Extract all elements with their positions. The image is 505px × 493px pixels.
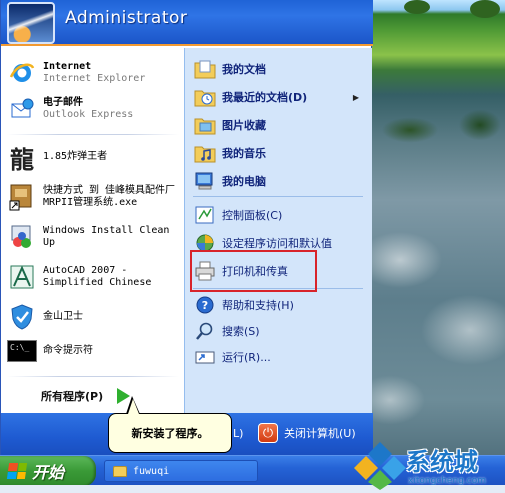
shutdown-button[interactable]: ⏻ 关闭计算机(U) — [258, 423, 356, 443]
start-menu-header: Administrator — [1, 0, 373, 46]
all-programs-button[interactable]: 所有程序(P) — [41, 388, 131, 404]
right-item-search[interactable]: 搜索(S) — [193, 320, 369, 342]
shield-icon — [7, 302, 37, 332]
user-name: Administrator — [65, 8, 188, 28]
right-item-label: 我的文档 — [222, 63, 266, 76]
right-item-my-documents[interactable]: 我的文档 — [193, 58, 369, 80]
right-item-label: 我的音乐 — [222, 147, 266, 160]
power-icon: ⏻ — [258, 423, 278, 443]
internet-explorer-icon — [7, 58, 37, 88]
separator — [7, 376, 179, 377]
balloon-text: 新安装了程序。 — [131, 427, 209, 440]
recent-item-label: 金山卫士 — [43, 311, 83, 322]
pinned-subtitle: Internet Explorer — [43, 73, 146, 84]
search-icon — [193, 320, 217, 342]
folder-icon — [113, 465, 127, 477]
right-item-label: 图片收藏 — [222, 119, 266, 132]
install-cleanup-icon — [7, 222, 37, 252]
recent-documents-icon — [193, 86, 217, 108]
watermark: 系统城 xitongcheng.com — [352, 438, 505, 493]
help-icon: ? — [193, 294, 217, 316]
right-item-control-panel[interactable]: 控制面板(C) — [193, 204, 369, 226]
tree — [404, 0, 430, 14]
recent-item[interactable]: 快捷方式 到 佳峰模具配件厂MRPII管理系统.exe — [7, 182, 181, 212]
taskbar-window-button[interactable]: fuwuqi — [104, 460, 258, 482]
notification-balloon[interactable]: 新安装了程序。 — [108, 413, 232, 453]
start-label: 开始 — [32, 463, 65, 482]
right-item-label: 我最近的文档(D) — [222, 91, 308, 104]
shortcut-app-icon — [7, 182, 37, 212]
pinned-title: Internet — [43, 61, 92, 72]
watermark-logo-icon — [354, 442, 406, 490]
right-item-help[interactable]: ? 帮助和支持(H) — [193, 294, 369, 316]
tree — [470, 0, 500, 18]
right-pane: 我的文档 我最近的文档(D) ▶ 图片收藏 我的音乐 我的电脑 控制面板(C) … — [184, 48, 372, 413]
right-item-my-pictures[interactable]: 图片收藏 — [193, 114, 369, 136]
user-avatar[interactable] — [7, 2, 55, 44]
right-item-label: 帮助和支持(H) — [222, 299, 294, 312]
right-item-recent-documents[interactable]: 我最近的文档(D) ▶ — [193, 86, 369, 108]
my-pictures-icon — [193, 114, 217, 136]
command-prompt-icon: C:\_ — [7, 340, 37, 362]
watermark-title: 系统城 — [406, 448, 478, 476]
start-button[interactable]: 开始 — [0, 456, 96, 486]
chevron-right-icon: ▶ — [352, 92, 359, 102]
recent-item-label: 1.85炸弹王者 — [43, 151, 108, 162]
run-icon — [193, 346, 217, 368]
svg-text:?: ? — [202, 299, 208, 312]
highlight-box — [190, 250, 317, 292]
balloon-tail — [128, 399, 139, 414]
outlook-express-icon — [7, 94, 37, 124]
recent-item[interactable]: Windows Install Clean Up — [7, 222, 181, 252]
separator — [7, 134, 179, 135]
windows-logo-icon — [6, 463, 28, 479]
shutdown-label: 关闭计算机(U) — [284, 427, 356, 440]
recent-item[interactable]: 金山卫士 — [7, 302, 181, 332]
recent-item[interactable]: AutoCAD 2007 - Simplified Chinese — [7, 262, 181, 292]
recent-item-label: Windows Install Clean Up — [43, 225, 170, 248]
pinned-item-internet[interactable]: Internet Internet Explorer — [7, 58, 181, 88]
pinned-title: 电子邮件 — [43, 97, 83, 108]
autocad-icon — [7, 262, 37, 292]
recent-item[interactable]: C:\_ 命令提示符 — [7, 340, 181, 362]
right-item-label: 运行(R)... — [222, 351, 271, 364]
pinned-item-email[interactable]: 电子邮件 Outlook Express — [7, 94, 181, 124]
taskbar-window-label: fuwuqi — [133, 465, 170, 477]
right-item-my-music[interactable]: 我的音乐 — [193, 142, 369, 164]
control-panel-icon — [193, 204, 217, 226]
watermark-url: xitongcheng.com — [408, 476, 486, 486]
left-pane: Internet Internet Explorer 电子邮件 Outlook Ex… — [1, 48, 184, 413]
right-item-my-computer[interactable]: 我的电脑 — [193, 170, 369, 192]
logoff-button[interactable]: L) — [233, 427, 243, 440]
my-documents-icon — [193, 58, 217, 80]
all-programs-label: 所有程序(P) — [41, 390, 104, 403]
right-item-label: 我的电脑 — [222, 175, 266, 188]
dragon-glyph-icon: 龍 — [10, 144, 34, 174]
pinned-subtitle: Outlook Express — [43, 109, 134, 120]
start-menu: Administrator Internet Internet Explorer … — [0, 0, 373, 455]
desktop-background — [370, 0, 505, 493]
my-computer-icon — [193, 170, 217, 192]
my-music-icon — [193, 142, 217, 164]
right-item-label: 搜索(S) — [222, 325, 260, 338]
recent-item-label: AutoCAD 2007 - Simplified Chinese — [43, 265, 152, 288]
right-item-run[interactable]: 运行(R)... — [193, 346, 369, 368]
recent-item-label: 快捷方式 到 佳峰模具配件厂MRPII管理系统.exe — [43, 185, 176, 208]
right-item-label: 控制面板(C) — [222, 209, 283, 222]
recent-item-label: 命令提示符 — [43, 345, 93, 356]
right-item-label: 设定程序访问和默认值 — [222, 237, 332, 250]
separator — [193, 196, 363, 197]
recent-item[interactable]: 龍 1.85炸弹王者 — [7, 142, 181, 174]
